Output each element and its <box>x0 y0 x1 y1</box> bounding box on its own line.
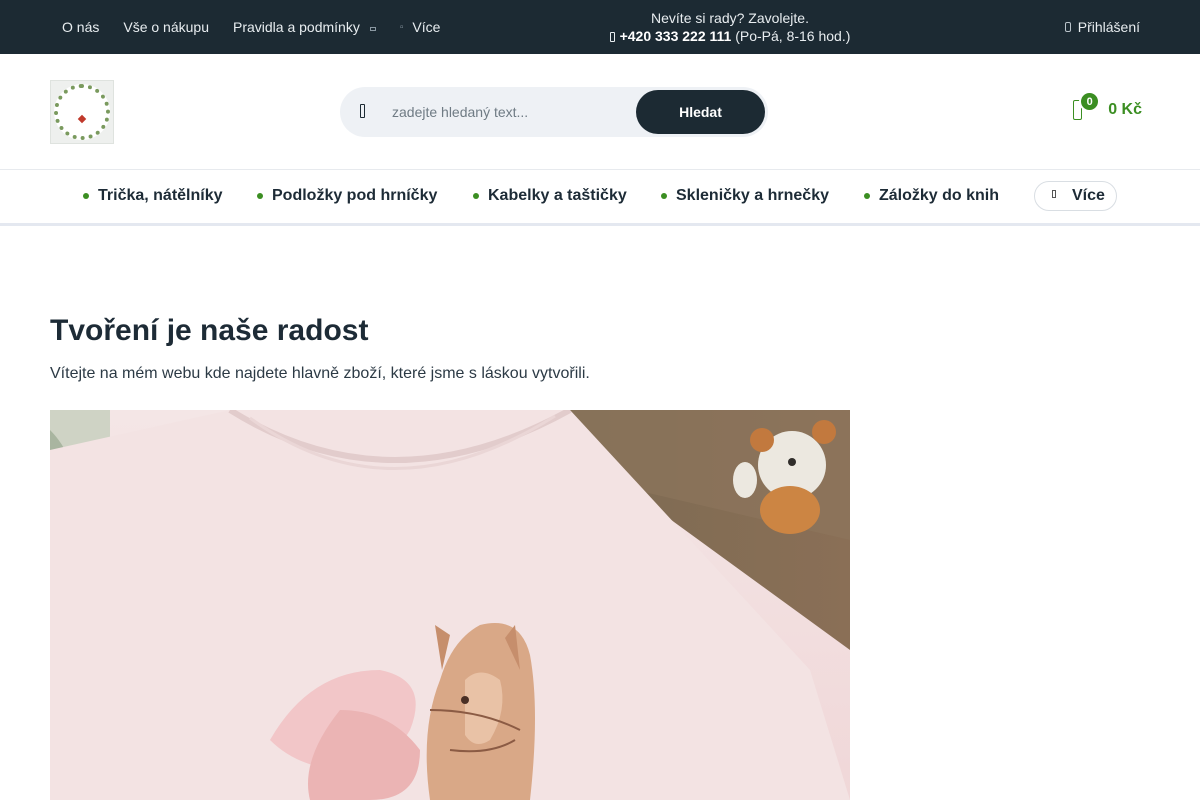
topnav-link-about[interactable]: O nás <box>50 0 111 54</box>
login-label: Přihlášení <box>1077 19 1140 35</box>
bullet-dot-icon <box>864 193 870 199</box>
shopping-bag-icon: 0 <box>1073 91 1101 120</box>
bullet-dot-icon <box>83 193 89 199</box>
phone-link[interactable]: +420 333 222 111 <box>620 28 732 44</box>
user-icon <box>1064 22 1071 32</box>
category-coasters[interactable]: Podložky pod hrníčky <box>257 170 437 222</box>
topnav-link-label: Více <box>412 19 441 35</box>
login-link[interactable]: Přihlášení <box>1064 0 1140 54</box>
category-glasses-mugs[interactable]: Skleničky a hrnečky <box>661 170 829 222</box>
contact-prompt: Nevíte si rady? Zavolejte. <box>651 10 809 26</box>
category-more-button[interactable]: Více <box>1034 181 1117 211</box>
phone-icon <box>609 32 615 42</box>
heart-icon <box>77 114 87 124</box>
category-label: Záložky do knih <box>879 187 1000 204</box>
search-icon <box>360 104 365 118</box>
bullet-dot-icon <box>661 193 667 199</box>
topnav-link-more[interactable]: ▫ Více <box>388 0 453 54</box>
more-icon <box>1052 190 1056 198</box>
cart-total: 0 Kč <box>1108 101 1142 118</box>
top-bar: O nás Vše o nákupu Pravidla a podmínky ▫… <box>0 0 1200 54</box>
site-header: Hledat 0 0 Kč <box>0 54 1200 170</box>
search-input[interactable] <box>392 99 622 125</box>
category-bookmarks[interactable]: Záložky do knih <box>864 170 999 222</box>
topnav-link-terms[interactable]: Pravidla a podmínky <box>221 0 388 54</box>
horse-print <box>426 623 535 800</box>
hero-banner-image <box>50 410 850 800</box>
search-form: Hledat <box>340 87 768 137</box>
page-title: Tvoření je naše radost <box>50 314 369 347</box>
topnav-link-label: Vše o nákupu <box>123 19 209 35</box>
category-label: Skleničky a hrnečky <box>676 187 829 204</box>
topnav-link-label: O nás <box>62 19 100 35</box>
topnav-link-label: Pravidla a podmínky <box>232 19 360 35</box>
top-navigation: O nás Vše o nákupu Pravidla a podmínky ▫… <box>50 0 452 54</box>
contact-phone-line: +420 333 222 111 (Po-Pá, 8-16 hod.) <box>540 27 920 45</box>
cart-count-badge: 0 <box>1079 91 1101 112</box>
category-navigation: Trička, nátělníky Podložky pod hrníčky K… <box>0 170 1200 226</box>
category-label: Kabelky a taštičky <box>488 187 627 204</box>
bullet-dot-icon <box>473 193 479 199</box>
category-label: Trička, nátělníky <box>98 187 223 204</box>
category-handbags[interactable]: Kabelky a taštičky <box>473 170 627 222</box>
chevron-down-icon <box>369 27 376 31</box>
site-logo[interactable] <box>50 80 114 144</box>
tshirt-horse-illustration <box>50 410 850 800</box>
category-more-label: Více <box>1072 187 1105 204</box>
category-tshirts[interactable]: Trička, nátělníky <box>83 170 223 222</box>
page-subtitle: Vítejte na mém webu kde najdete hlavně z… <box>50 365 590 382</box>
category-label: Podložky pod hrníčky <box>272 187 438 204</box>
topnav-link-shopping-info[interactable]: Vše o nákupu <box>111 0 221 54</box>
more-dots-icon: ▫ <box>399 21 405 33</box>
bullet-dot-icon <box>257 193 263 199</box>
logo-wreath-image <box>54 84 110 140</box>
cart-link[interactable]: 0 0 Kč <box>1073 91 1142 120</box>
contact-hours: (Po-Pá, 8-16 hod.) <box>735 28 851 44</box>
search-button[interactable]: Hledat <box>636 90 765 134</box>
contact-info: Nevíte si rady? Zavolejte. +420 333 222 … <box>540 9 920 45</box>
